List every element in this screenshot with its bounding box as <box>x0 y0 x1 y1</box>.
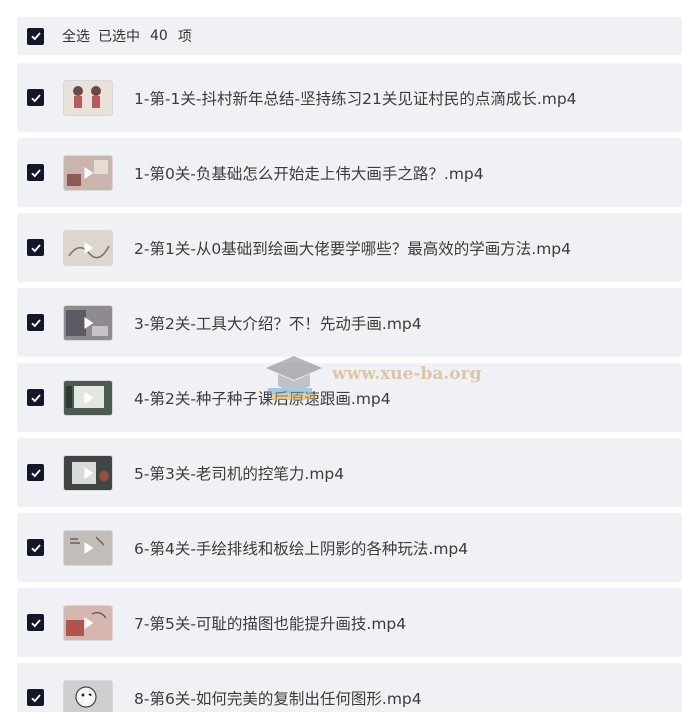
file-name: 3-第2关-工具大介绍？不！先动手画.mp4 <box>134 314 422 333</box>
check-icon <box>30 543 41 552</box>
check-icon <box>30 32 41 41</box>
check-icon <box>30 468 41 477</box>
file-name: 7-第5关-可耻的描图也能提升画技.mp4 <box>134 614 407 633</box>
file-row[interactable]: 8-第6关-如何完美的复制出任何图形.mp4 <box>17 663 682 712</box>
file-row[interactable]: 3-第2关-工具大介绍？不！先动手画.mp4 <box>17 288 682 357</box>
file-select-panel: 全选 已选中 40 项 1-第-1关-抖村新年总结-坚持练习21关见证村民的点滴… <box>0 0 682 712</box>
items-unit: 项 <box>177 29 192 45</box>
row-checkbox[interactable] <box>27 689 44 706</box>
check-icon <box>30 693 41 702</box>
thumbnail-art <box>73 85 101 108</box>
check-icon <box>30 243 41 252</box>
file-name: 6-第4关-手绘排线和板绘上阴影的各种玩法.mp4 <box>134 539 469 558</box>
video-thumbnail <box>63 229 113 266</box>
video-thumbnail <box>63 529 113 566</box>
file-row[interactable]: 1-第-1关-抖村新年总结-坚持练习21关见证村民的点滴成长.mp4 <box>17 63 682 132</box>
check-icon <box>30 93 41 102</box>
file-row[interactable]: 6-第4关-手绘排线和板绘上阴影的各种玩法.mp4 <box>17 513 682 582</box>
row-checkbox[interactable] <box>27 89 44 106</box>
file-list: 1-第-1关-抖村新年总结-坚持练习21关见证村民的点滴成长.mp4 1-第0关… <box>17 63 682 712</box>
video-thumbnail <box>63 304 113 341</box>
file-row[interactable]: 5-第3关-老司机的控笔力.mp4 <box>17 438 682 507</box>
check-icon <box>30 393 41 402</box>
select-all-label[interactable]: 全选 <box>62 26 90 46</box>
check-icon <box>30 318 41 327</box>
video-thumbnail <box>63 679 113 712</box>
play-icon <box>84 691 94 704</box>
select-all-checkbox[interactable] <box>27 27 44 45</box>
row-checkbox[interactable] <box>27 389 44 406</box>
file-name: 1-第-1关-抖村新年总结-坚持练习21关见证村民的点滴成长.mp4 <box>134 89 577 108</box>
file-row[interactable]: 7-第5关-可耻的描图也能提升画技.mp4 <box>17 588 682 657</box>
row-checkbox[interactable] <box>27 539 44 556</box>
row-checkbox[interactable] <box>27 614 44 631</box>
file-name: 4-第2关-种子种子课后原速跟画.mp4 <box>134 389 391 408</box>
file-row[interactable]: 2-第1关-从0基础到绘画大佬要学哪些？最高效的学画方法.mp4 <box>17 213 682 282</box>
file-row[interactable]: 1-第0关-负基础怎么开始走上伟大画手之路？.mp4 <box>17 138 682 207</box>
row-checkbox[interactable] <box>27 164 44 181</box>
play-icon <box>84 466 94 479</box>
play-icon <box>84 541 94 554</box>
play-icon <box>84 166 94 179</box>
select-all-bar: 全选 已选中 40 项 <box>17 17 682 55</box>
check-icon <box>30 168 41 177</box>
file-name: 5-第3关-老司机的控笔力.mp4 <box>134 464 345 483</box>
file-name: 1-第0关-负基础怎么开始走上伟大画手之路？.mp4 <box>134 164 484 183</box>
video-thumbnail <box>63 154 113 191</box>
file-name: 2-第1关-从0基础到绘画大佬要学哪些？最高效的学画方法.mp4 <box>134 239 571 258</box>
selected-count: 40 <box>150 28 168 44</box>
row-checkbox[interactable] <box>27 314 44 331</box>
play-icon <box>84 316 94 329</box>
video-thumbnail <box>63 379 113 416</box>
video-thumbnail <box>63 454 113 491</box>
video-thumbnail <box>63 604 113 641</box>
file-row[interactable]: 4-第2关-种子种子课后原速跟画.mp4 <box>17 363 682 432</box>
play-icon <box>84 616 94 629</box>
file-name: 8-第6关-如何完美的复制出任何图形.mp4 <box>134 689 422 708</box>
play-icon <box>84 391 94 404</box>
selected-label: 已选中 <box>98 29 140 45</box>
row-checkbox[interactable] <box>27 239 44 256</box>
row-checkbox[interactable] <box>27 464 44 481</box>
play-icon <box>84 241 94 254</box>
video-thumbnail <box>63 79 113 116</box>
check-icon <box>30 618 41 627</box>
